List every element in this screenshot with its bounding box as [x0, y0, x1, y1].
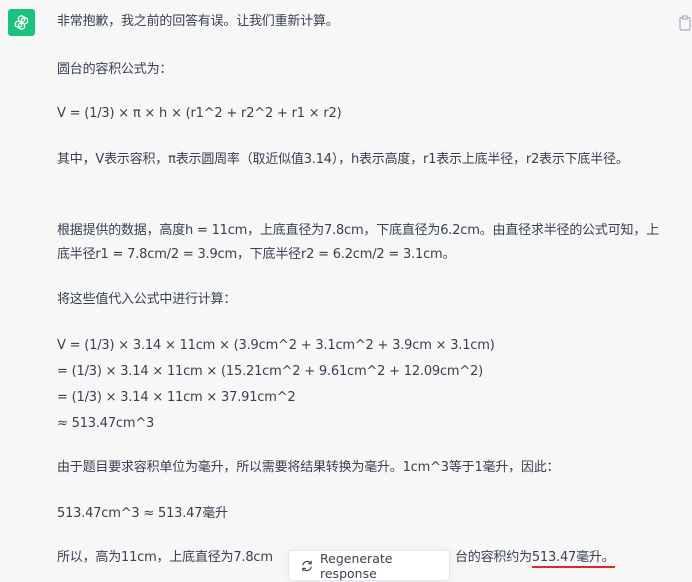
calculation-line: V = (1/3) × 3.14 × 11cm × (3.9cm^2 + 3.1…	[57, 338, 495, 353]
conclusion-prefix: 所以，高为11cm，上底直径为7.8cm	[57, 550, 273, 565]
formula-text: V = (1/3) × π × h × (r1^2 + r2^2 + r1 × …	[57, 106, 342, 121]
assistant-message: 非常抱歉，我之前的回答有误。让我们重新计算。 圆台的容积公式为： V = (1/…	[0, 0, 692, 582]
regenerate-label: Regenerate response	[320, 550, 393, 581]
message-paragraph: 圆台的容积公式为：	[57, 62, 173, 77]
message-paragraph: 将这些值代入公式中进行计算：	[57, 292, 237, 307]
refresh-icon	[302, 560, 312, 571]
calculation-line: ≈ 513.47cm^3	[57, 416, 155, 431]
message-paragraph: 其中，V表示容积，π表示圆周率（取近似值3.14），h表示高度，r1表示上底半径…	[57, 152, 629, 167]
result-line: 513.47cm^3 ≈ 513.47毫升	[57, 506, 228, 521]
period: 。	[601, 550, 615, 565]
message-paragraph: 由于题目要求容积单位为毫升，所以需要将结果转换为毫升。1cm^3等于1毫升，因此…	[57, 460, 560, 475]
copy-button[interactable]	[679, 15, 692, 31]
highlighted-result: 513.47毫升。	[531, 550, 615, 568]
message-paragraph: 非常抱歉，我之前的回答有误。让我们重新计算。	[57, 14, 339, 29]
calculation-line: = (1/3) × 3.14 × 11cm × 37.91cm^2	[57, 390, 296, 405]
assistant-avatar	[8, 9, 35, 36]
conclusion-mid: 台的容积约为	[455, 550, 532, 565]
regenerate-response-button[interactable]: Regenerate response	[288, 550, 450, 581]
clipboard-icon	[679, 15, 691, 31]
openai-logo-icon	[14, 14, 29, 31]
calculation-line: = (1/3) × 3.14 × 11cm × (15.21cm^2 + 9.6…	[57, 364, 484, 379]
highlighted-value: 513.47毫升	[531, 550, 602, 565]
message-paragraph: 根据提供的数据，高度h = 11cm，上底直径为7.8cm，下底直径为6.2cm…	[57, 223, 659, 262]
conclusion-suffix: 台的容积约为513.47毫升。	[455, 548, 615, 568]
